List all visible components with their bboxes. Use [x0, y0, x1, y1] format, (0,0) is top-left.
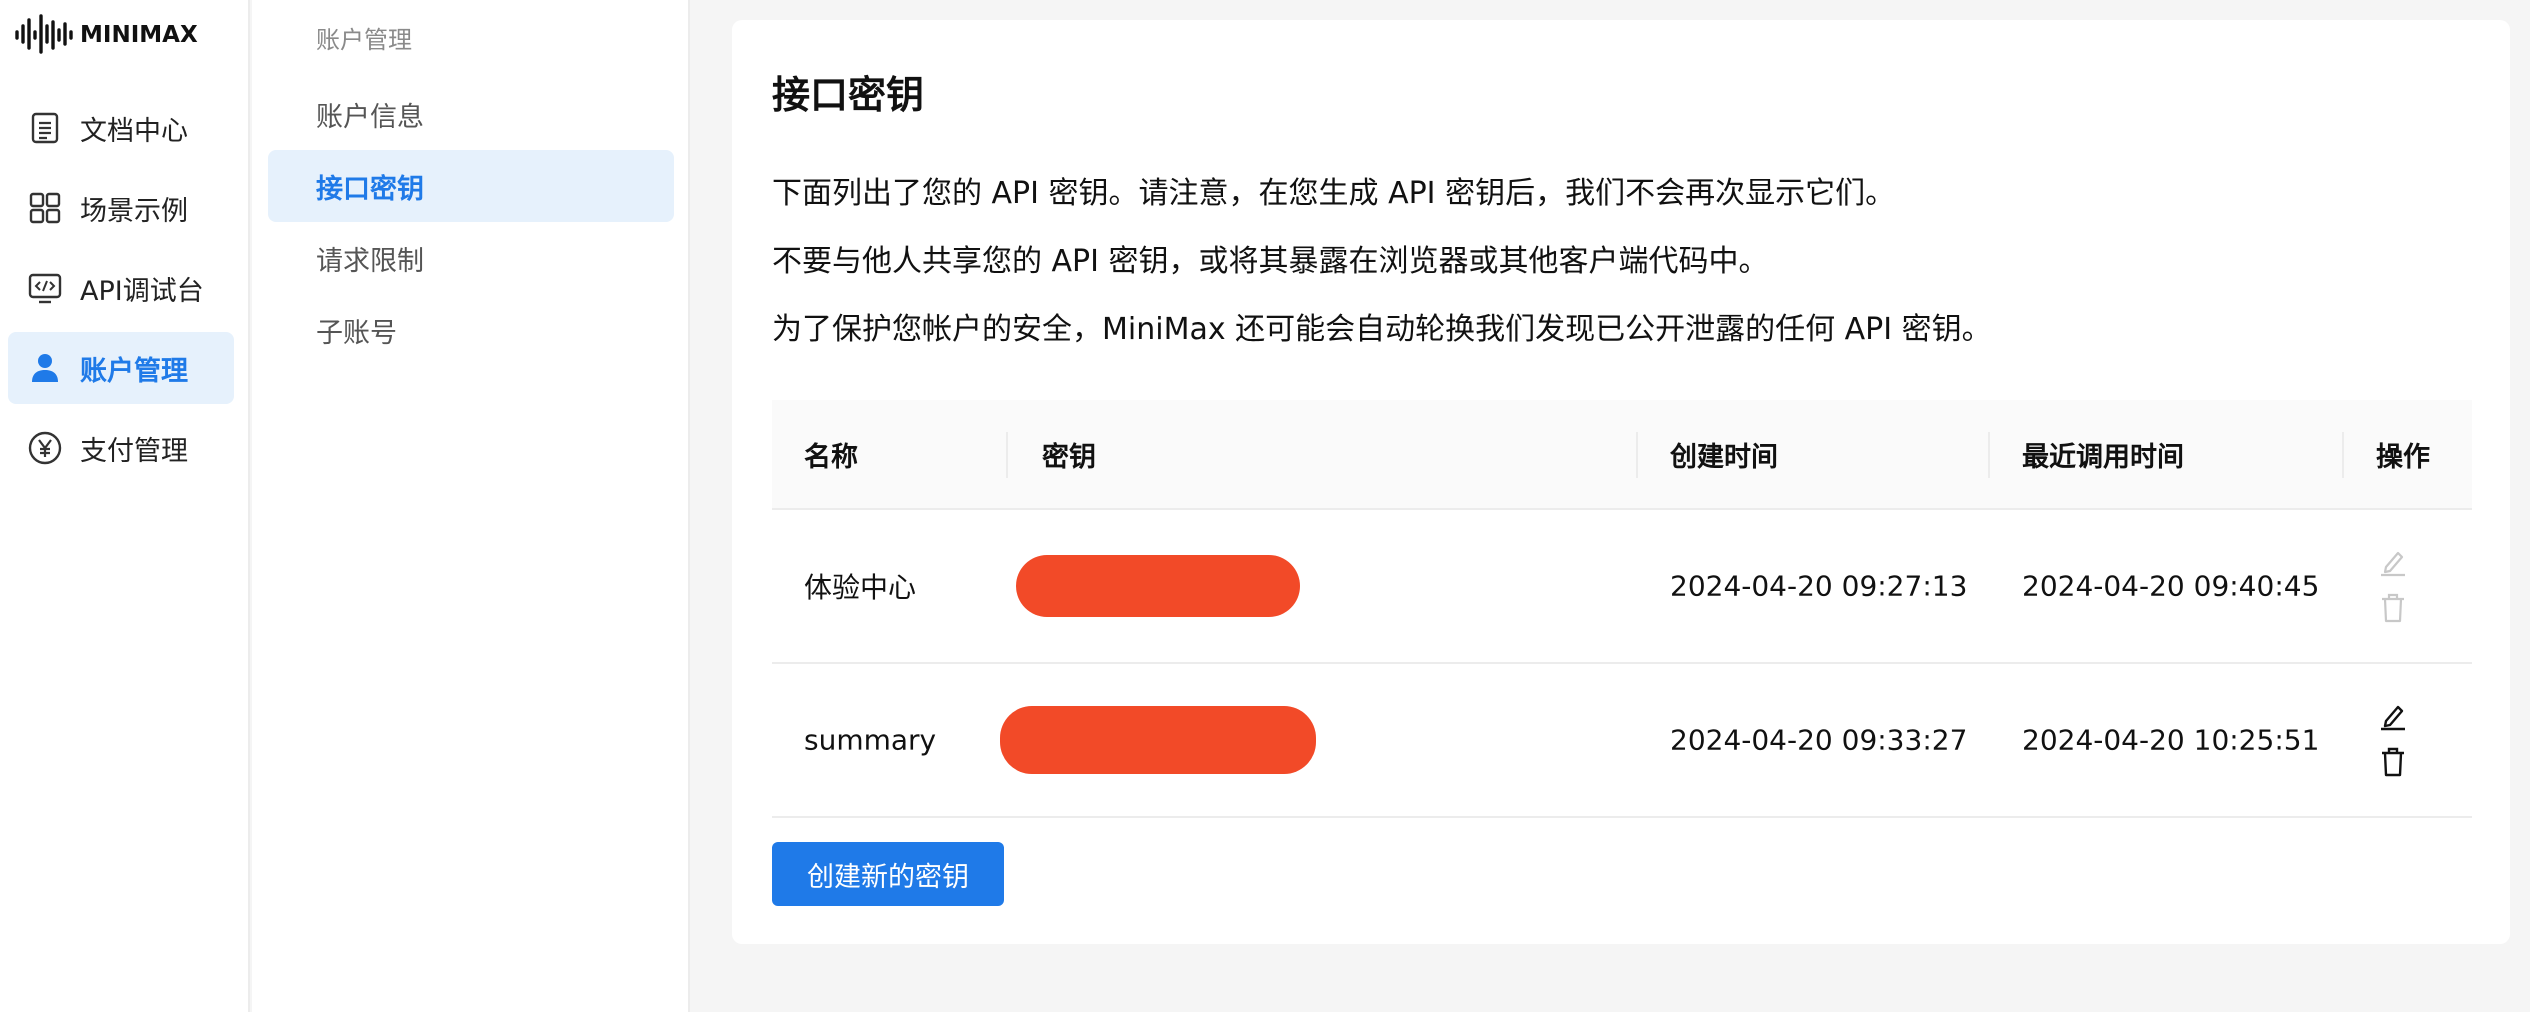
last-used-time: 2024-04-20 10:25:51 — [2022, 723, 2320, 757]
redacted-key — [1016, 555, 1300, 617]
subnav-item-account-info[interactable]: 账户信息 — [268, 78, 674, 150]
code-icon — [28, 271, 62, 305]
subnav-item-sub-accounts[interactable]: 子账号 — [268, 294, 674, 366]
sidebar-item-account[interactable]: 账户管理 — [8, 332, 234, 404]
column-divider — [1006, 432, 1008, 478]
secondary-sidebar: 账户管理 账户信息 接口密钥 请求限制 子账号 — [252, 0, 690, 1012]
sidebar-item-label: 场景示例 — [80, 195, 188, 227]
key-name: summary — [804, 723, 937, 757]
row-actions — [2378, 549, 2408, 623]
subnav-list: 账户信息 接口密钥 请求限制 子账号 — [268, 78, 674, 366]
logo[interactable]: MINIMAX — [14, 12, 198, 58]
sidebar-item-label: 文档中心 — [80, 115, 188, 147]
sidebar-item-api-console[interactable]: API调试台 — [8, 252, 234, 324]
subnav-item-api-keys[interactable]: 接口密钥 — [268, 150, 674, 222]
created-time: 2024-04-20 09:27:13 — [1670, 569, 1968, 603]
create-new-key-button[interactable]: 创建新的密钥 — [772, 842, 1004, 906]
description-line: 下面列出了您的 API 密钥。请注意，在您生成 API 密钥后，我们不会再次显示… — [772, 176, 1896, 211]
table-row: 体验中心 2024-04-20 09:27:13 2024-04-20 09:4… — [772, 510, 2472, 664]
sidebar-item-label: 支付管理 — [80, 435, 188, 467]
description-line: 为了保护您帐户的安全，MiniMax 还可能会自动轮换我们发现已公开泄露的任何 … — [772, 312, 1992, 347]
column-header-last-used: 最近调用时间 — [2022, 441, 2184, 473]
redacted-key — [1000, 706, 1316, 774]
sidebar-item-label: API调试台 — [80, 275, 204, 307]
column-header-key: 密钥 — [1042, 441, 1096, 473]
column-divider — [1988, 432, 1990, 478]
column-header-name: 名称 — [804, 441, 858, 473]
column-header-actions: 操作 — [2376, 441, 2430, 473]
subnav-title: 账户管理 — [316, 26, 412, 54]
primary-nav: 文档中心 场景示例 API调试台 账户管理 支付管理 — [8, 92, 234, 492]
subnav-item-rate-limits[interactable]: 请求限制 — [268, 222, 674, 294]
sidebar-item-examples[interactable]: 场景示例 — [8, 172, 234, 244]
edit-icon[interactable] — [2378, 703, 2408, 731]
edit-icon[interactable] — [2378, 549, 2408, 577]
api-keys-table: 名称 密钥 创建时间 最近调用时间 操作 体验中心 2024-04-20 09:… — [772, 400, 2472, 818]
column-divider — [2342, 432, 2344, 478]
delete-icon[interactable] — [2380, 593, 2406, 623]
yen-icon — [28, 431, 62, 465]
row-actions — [2378, 703, 2408, 777]
sidebar-item-label: 账户管理 — [80, 355, 188, 387]
logo-waveform-icon — [15, 14, 73, 54]
description-line: 不要与他人共享您的 API 密钥，或将其暴露在浏览器或其他客户端代码中。 — [772, 244, 1769, 279]
sidebar-item-payment[interactable]: 支付管理 — [8, 412, 234, 484]
table-row: summary 2024-04-20 09:33:27 2024-04-20 1… — [772, 664, 2472, 818]
key-name: 体验中心 — [804, 571, 917, 604]
api-keys-card: 接口密钥 下面列出了您的 API 密钥。请注意，在您生成 API 密钥后，我们不… — [732, 20, 2510, 944]
logo-text: MINIMAX — [80, 22, 198, 48]
column-divider — [1636, 432, 1638, 478]
primary-sidebar: MINIMAX 文档中心 场景示例 API调试台 账户管理 支付管理 — [0, 0, 250, 1012]
document-icon — [28, 111, 62, 145]
sidebar-item-docs[interactable]: 文档中心 — [8, 92, 234, 164]
page-title: 接口密钥 — [772, 73, 925, 117]
table-header: 名称 密钥 创建时间 最近调用时间 操作 — [772, 400, 2472, 510]
user-icon — [28, 351, 62, 385]
grid-icon — [28, 191, 62, 225]
column-header-created: 创建时间 — [1670, 441, 1778, 473]
created-time: 2024-04-20 09:33:27 — [1670, 723, 1968, 757]
last-used-time: 2024-04-20 09:40:45 — [2022, 569, 2320, 603]
delete-icon[interactable] — [2380, 747, 2406, 777]
